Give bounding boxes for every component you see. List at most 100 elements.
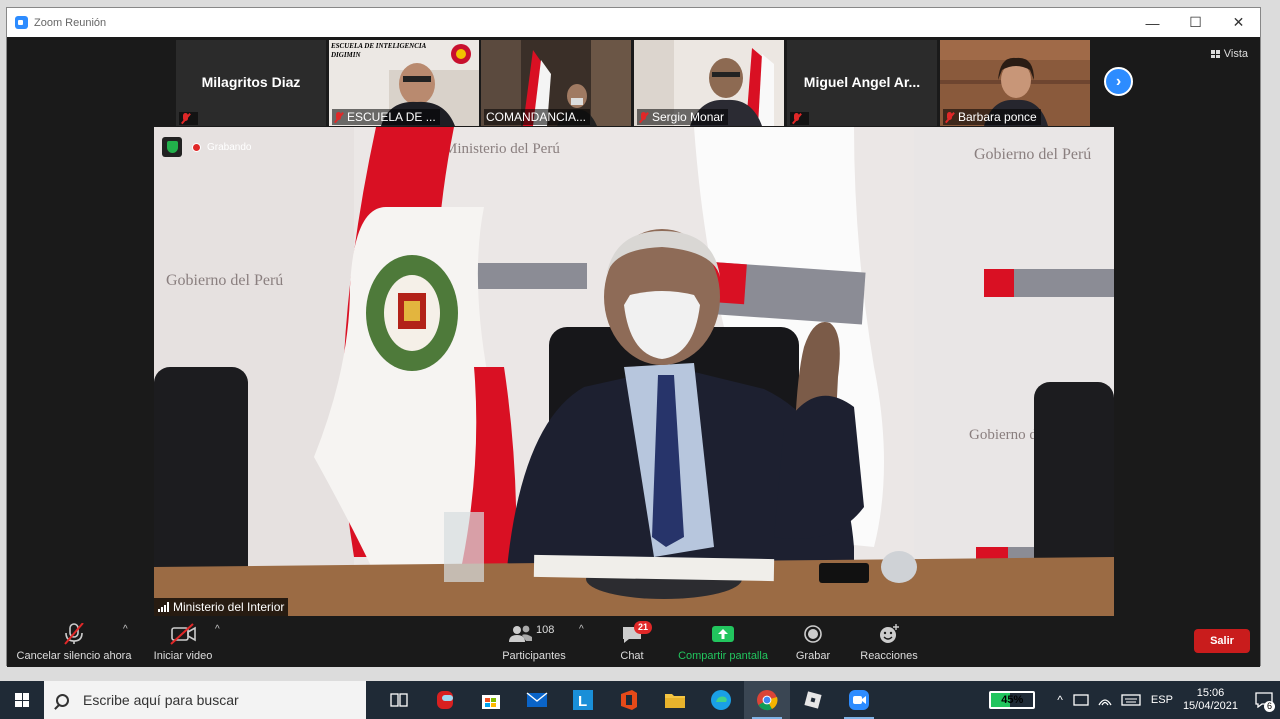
battery-percent-label: 45% xyxy=(1001,694,1024,706)
meeting-toolbar: Cancelar silencio ahora ^ Iniciar video … xyxy=(7,618,1260,667)
video-options-chevron-icon[interactable]: ^ xyxy=(215,624,220,635)
search-icon xyxy=(56,693,69,707)
participant-name: COMANDANCIA... xyxy=(486,110,587,124)
participant-tile[interactable]: Barbara ponce xyxy=(940,40,1090,126)
file-explorer-icon[interactable] xyxy=(652,681,698,719)
participant-tag: Barbara ponce xyxy=(943,109,1041,125)
recording-label: Grabando xyxy=(207,141,252,153)
store-icon[interactable] xyxy=(468,681,514,719)
participant-tag xyxy=(790,112,809,125)
edge-icon[interactable] xyxy=(698,681,744,719)
task-view-icon[interactable] xyxy=(376,681,422,719)
view-button[interactable]: Vista xyxy=(1210,48,1248,60)
chat-icon: 21 xyxy=(617,621,653,645)
network-icon[interactable] xyxy=(1073,693,1089,707)
clock-date: 15/04/2021 xyxy=(1182,700,1238,712)
participant-tile[interactable]: Miguel Angel Ar... xyxy=(787,40,937,126)
among-us-icon[interactable] xyxy=(422,681,468,719)
speaker-name: Ministerio del Interior xyxy=(173,600,285,614)
chat-unread-badge: 21 xyxy=(634,621,653,634)
participants-button[interactable]: 108 Participantes xyxy=(501,618,567,667)
share-screen-button[interactable]: Compartir pantalla xyxy=(675,618,771,667)
mic-muted-icon xyxy=(639,111,648,123)
zoom-app-icon xyxy=(15,16,28,29)
wifi-icon[interactable] xyxy=(1097,693,1113,707)
l-app-icon[interactable]: L xyxy=(560,681,606,719)
zoom-icon[interactable] xyxy=(836,681,882,719)
mic-muted-icon xyxy=(64,623,84,645)
signal-strength-icon xyxy=(158,602,169,612)
roblox-icon[interactable] xyxy=(790,681,836,719)
participant-tag: COMANDANCIA... xyxy=(484,109,591,125)
window-controls: — ☐ ✕ xyxy=(1131,8,1260,37)
zoom-window: Zoom Reunión — ☐ ✕ Milagritos Diaz ESCUE… xyxy=(6,7,1261,667)
view-label: Vista xyxy=(1223,48,1248,60)
mic-muted-icon xyxy=(181,113,190,124)
leave-meeting-button[interactable]: Salir xyxy=(1194,629,1250,653)
participant-tag: Sergio Monar xyxy=(637,109,729,125)
system-tray: 45% ^ ESP 15:06 15/04/2021 6 xyxy=(989,681,1280,719)
chrome-icon[interactable] xyxy=(744,681,790,719)
record-label: Grabar xyxy=(795,650,831,662)
record-icon xyxy=(804,625,822,643)
recording-indicator: Grabando xyxy=(162,137,251,157)
notification-count: 6 xyxy=(1263,701,1275,712)
reactions-label: Reacciones xyxy=(860,650,918,662)
office-icon[interactable] xyxy=(606,681,652,719)
participants-count: 108 xyxy=(536,624,555,636)
reactions-button[interactable]: Reacciones xyxy=(859,618,919,667)
participant-name: Barbara ponce xyxy=(958,110,1037,124)
participant-name: Milagritos Diaz xyxy=(201,74,301,90)
search-placeholder: Escribe aquí para buscar xyxy=(83,692,239,708)
mic-muted-icon xyxy=(945,111,954,123)
participant-tile[interactable]: Milagritos Diaz xyxy=(176,40,326,126)
title-bar: Zoom Reunión — ☐ ✕ xyxy=(7,8,1260,37)
active-speaker-video: Gobierno del Perú Gobierno del Perú Mini… xyxy=(154,127,1114,616)
chat-button[interactable]: 21 Chat xyxy=(617,618,653,667)
taskbar-apps: L xyxy=(376,681,882,719)
language-indicator[interactable]: ESP xyxy=(1151,694,1173,706)
chevron-up-icon[interactable]: ^ xyxy=(1057,693,1063,707)
svg-text:L: L xyxy=(578,693,587,710)
next-page-button[interactable]: › xyxy=(1104,67,1133,96)
taskbar-search[interactable]: Escribe aquí para buscar xyxy=(44,681,366,719)
keyboard-icon[interactable] xyxy=(1121,693,1141,707)
clock-time: 15:06 xyxy=(1196,687,1225,699)
participant-tile[interactable]: ESCUELA DE INTELIGENCIA DIGIMIN ESCUELA … xyxy=(329,40,479,126)
audio-options-chevron-icon[interactable]: ^ xyxy=(123,624,128,635)
tile-overlay-text: ESCUELA DE INTELIGENCIA DIGIMIN xyxy=(331,42,426,59)
participant-tag xyxy=(179,112,198,125)
mail-icon[interactable] xyxy=(514,681,560,719)
share-screen-icon xyxy=(712,626,734,642)
notifications-button[interactable]: 6 xyxy=(1248,681,1280,719)
participant-strip: Milagritos Diaz ESCUELA DE INTELIGENCIA … xyxy=(7,38,1260,126)
minimize-button[interactable]: — xyxy=(1131,8,1174,37)
window-title: Zoom Reunión xyxy=(34,16,107,29)
recording-dot-icon xyxy=(192,142,201,152)
chevron-right-icon: › xyxy=(1115,72,1122,90)
maximize-button[interactable]: ☐ xyxy=(1174,8,1217,37)
security-shield-icon[interactable] xyxy=(162,137,182,157)
start-video-label: Iniciar video xyxy=(153,650,213,662)
participant-name: Sergio Monar xyxy=(652,110,725,124)
share-screen-label: Compartir pantalla xyxy=(678,650,768,662)
participants-options-chevron-icon[interactable]: ^ xyxy=(579,624,584,635)
start-video-button[interactable]: Iniciar video xyxy=(152,618,214,667)
close-button[interactable]: ✕ xyxy=(1217,8,1260,37)
start-button[interactable] xyxy=(0,681,44,719)
clock[interactable]: 15:06 15/04/2021 xyxy=(1183,687,1238,713)
battery-indicator[interactable]: 45% xyxy=(989,691,1036,709)
unmute-button[interactable]: Cancelar silencio ahora xyxy=(15,618,133,667)
reactions-icon xyxy=(880,624,899,643)
speaker-video-frame: Gobierno del Perú Gobierno del Perú Mini… xyxy=(154,127,1114,616)
mic-muted-icon xyxy=(334,111,343,123)
participant-tag: ESCUELA DE ... xyxy=(332,109,440,125)
record-button[interactable]: Grabar xyxy=(793,618,833,667)
participants-icon: 108 xyxy=(506,623,562,645)
windows-taskbar: Escribe aquí para buscar L 45% ^ ESP 15:… xyxy=(0,681,1280,719)
participant-name: Miguel Angel Ar... xyxy=(803,74,921,90)
participant-tile[interactable]: COMANDANCIA... xyxy=(481,40,631,126)
backdrop-text: Gobierno del Perú xyxy=(166,272,283,289)
participant-tile[interactable]: Sergio Monar xyxy=(634,40,784,126)
svg-text:Ministerio del Perú: Ministerio del Perú xyxy=(444,141,560,157)
